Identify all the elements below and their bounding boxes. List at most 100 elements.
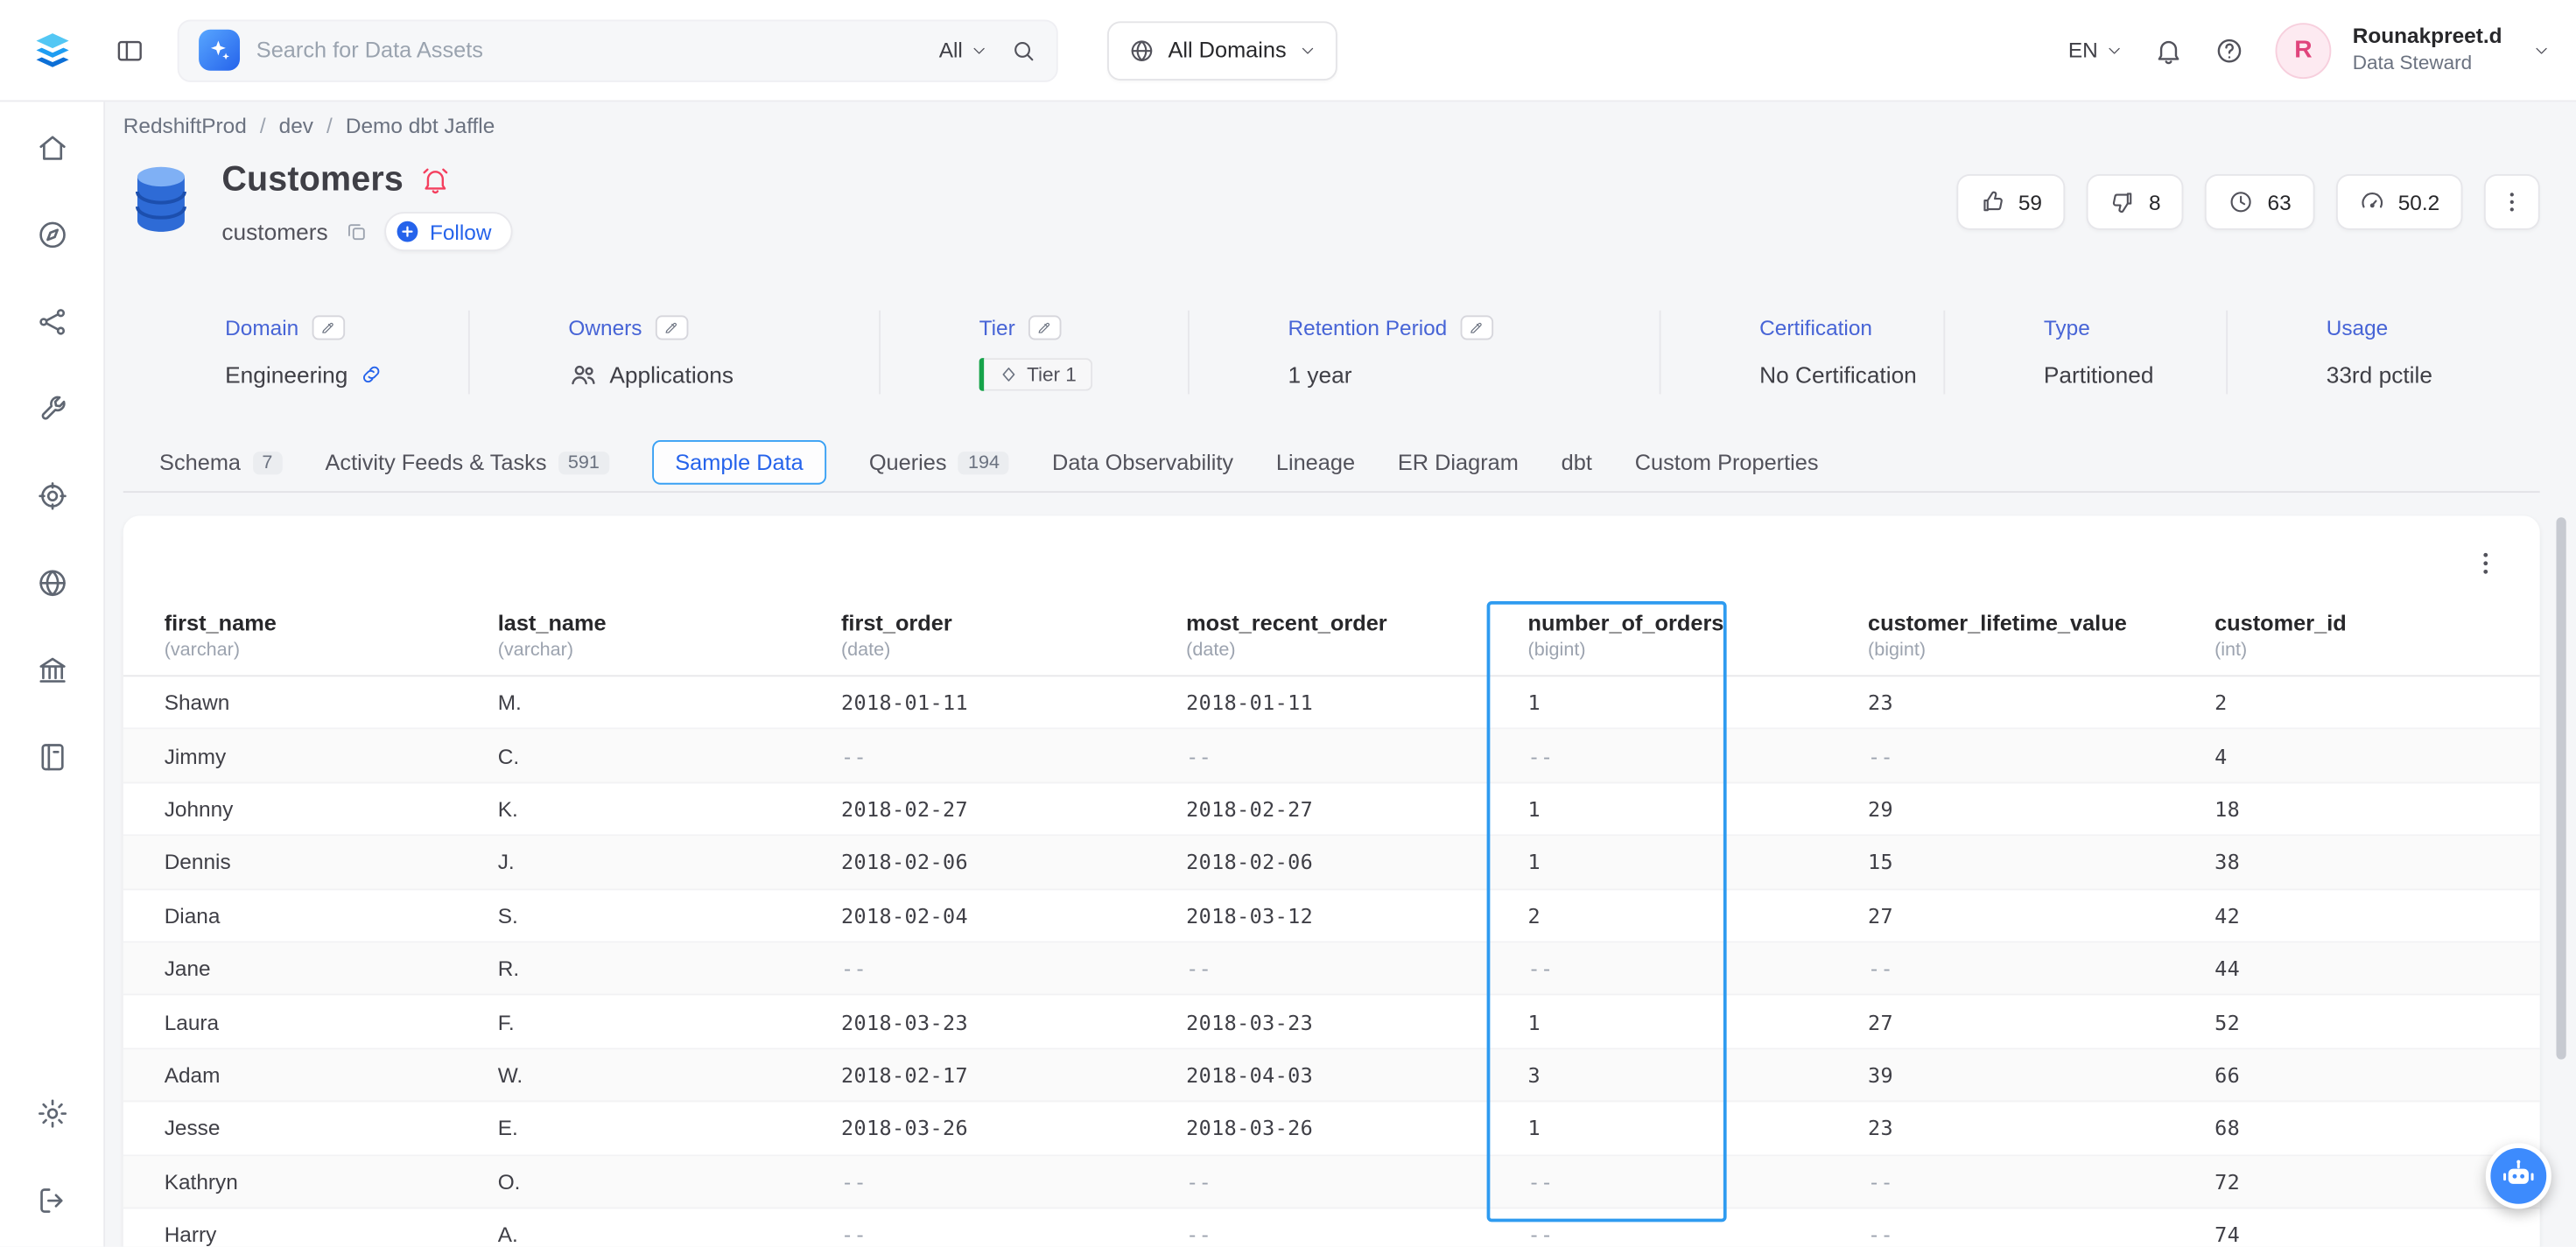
cell-customer_id: 4 — [2215, 743, 2523, 767]
column-header-customer_id[interactable]: customer_id(int) — [2215, 611, 2523, 660]
global-search-bar[interactable]: All — [178, 19, 1058, 81]
meta-tier-edit-icon[interactable] — [1028, 315, 1062, 340]
downvotes-button[interactable]: 8 — [2087, 174, 2184, 230]
tab-dbt[interactable]: dbt — [1562, 450, 1592, 474]
tab-lineage[interactable]: Lineage — [1276, 450, 1355, 474]
upvotes-button[interactable]: 59 — [1955, 174, 2065, 230]
cell-first_name: Kathryn — [165, 1169, 498, 1194]
cell-most_recent_order: 2018-03-26 — [1186, 1116, 1527, 1140]
ai-sparkle-icon[interactable] — [199, 30, 240, 71]
user-info[interactable]: Rounakpreet.d Data Steward — [2353, 24, 2502, 77]
cell-last_name: W. — [498, 1062, 841, 1087]
sidebar-home-icon[interactable] — [35, 131, 68, 165]
asset-options-kebab-icon[interactable] — [2484, 174, 2540, 230]
chevron-down-icon — [1300, 42, 1316, 59]
cell-last_name: F. — [498, 1009, 841, 1033]
app-logo-icon[interactable] — [0, 27, 105, 74]
tab-label: Custom Properties — [1635, 450, 1819, 474]
cell-most_recent_order: -- — [1186, 743, 1527, 767]
user-menu-chevron-icon[interactable] — [2533, 42, 2550, 59]
cell-most_recent_order: 2018-01-11 — [1186, 690, 1527, 715]
breadcrumb-item[interactable]: RedshiftProd — [123, 113, 247, 137]
scrollbar-thumb[interactable] — [2556, 517, 2565, 1059]
sidebar-institution-icon[interactable] — [35, 654, 68, 687]
column-header-most_recent_order[interactable]: most_recent_order(date) — [1186, 611, 1527, 660]
chat-assistant-button[interactable] — [2486, 1143, 2551, 1208]
cell-customer_lifetime_value: 39 — [1868, 1062, 2215, 1087]
navbar-right-cluster: EN R Rounakpreet.d Data Steward — [2068, 22, 2550, 78]
column-header-first_name[interactable]: first_name(varchar) — [165, 611, 498, 660]
sidebar-explore-icon[interactable] — [35, 219, 68, 252]
follow-button[interactable]: Follow — [383, 212, 512, 251]
tab-label: Lineage — [1276, 450, 1355, 474]
meta-domain: DomainEngineering — [123, 311, 468, 395]
column-header-number_of_orders[interactable]: number_of_orders(bigint) — [1528, 611, 1869, 660]
tab-custom-properties[interactable]: Custom Properties — [1635, 450, 1819, 474]
sidebar-governance-icon[interactable] — [35, 480, 68, 513]
cell-customer_lifetime_value: -- — [1868, 956, 2215, 981]
cell-number_of_orders: -- — [1528, 1222, 1869, 1247]
cell-number_of_orders: 1 — [1528, 690, 1869, 715]
cell-first_order: 2018-02-04 — [841, 903, 1186, 928]
sidebar-settings-icon[interactable] — [35, 1097, 68, 1131]
cell-customer_id: 72 — [2215, 1169, 2523, 1194]
breadcrumb: RedshiftProd/dev/Demo dbt Jaffle — [123, 112, 2540, 138]
table-row: HarryA.--------74 — [123, 1208, 2540, 1246]
sidebar-graph-icon[interactable] — [35, 305, 68, 339]
meta-owners: OwnersApplications — [468, 311, 879, 395]
tab-er-diagram[interactable]: ER Diagram — [1398, 450, 1519, 474]
cell-first_name: Harry — [165, 1222, 498, 1247]
table-options-kebab-icon[interactable] — [2471, 549, 2501, 578]
tab-label: Schema — [159, 450, 241, 474]
table-row: JaneR.--------44 — [123, 942, 2540, 996]
breadcrumb-item[interactable]: Demo dbt Jaffle — [346, 113, 495, 137]
sidebar-web-icon[interactable] — [35, 567, 68, 600]
sidebar-toggle-button[interactable] — [105, 25, 154, 74]
meta-certification-label: Certification — [1759, 315, 1872, 340]
copy-icon[interactable] — [344, 221, 367, 243]
domain-link-icon[interactable] — [360, 362, 383, 385]
cell-last_name: K. — [498, 796, 841, 821]
cell-number_of_orders: 3 — [1528, 1062, 1869, 1087]
cell-first_order: -- — [841, 956, 1186, 981]
cell-last_name: E. — [498, 1116, 841, 1140]
sidebar-logout-icon[interactable] — [35, 1184, 68, 1217]
tab-queries[interactable]: Queries194 — [869, 450, 1009, 474]
all-domains-button[interactable]: All Domains — [1107, 20, 1337, 80]
tab-sample-data[interactable]: Sample Data — [652, 440, 826, 485]
cell-first_order: 2018-03-23 — [841, 1009, 1186, 1033]
column-header-customer_lifetime_value[interactable]: customer_lifetime_value(bigint) — [1868, 611, 2215, 660]
tab-label: Activity Feeds & Tasks — [326, 450, 547, 474]
cell-customer_lifetime_value: -- — [1868, 1222, 2215, 1247]
sidebar-tools-icon[interactable] — [35, 393, 68, 426]
meta-domain-edit-icon[interactable] — [312, 315, 345, 340]
user-avatar[interactable]: R — [2275, 22, 2331, 78]
page-title: Customers — [221, 161, 404, 200]
cell-first_order: 2018-02-27 — [841, 796, 1186, 821]
breadcrumb-separator: / — [260, 113, 266, 137]
sidebar-docs-icon[interactable] — [35, 740, 68, 774]
search-input[interactable] — [256, 38, 923, 62]
cell-last_name: C. — [498, 743, 841, 767]
help-icon[interactable] — [2215, 35, 2244, 65]
meta-owners-edit-icon[interactable] — [656, 315, 689, 340]
column-header-last_name[interactable]: last_name(varchar) — [498, 611, 841, 660]
tab-data-observability[interactable]: Data Observability — [1052, 450, 1233, 474]
language-dropdown[interactable]: EN — [2068, 38, 2123, 62]
tab-activity-feeds-tasks[interactable]: Activity Feeds & Tasks591 — [326, 450, 610, 474]
tab-schema[interactable]: Schema7 — [159, 450, 283, 474]
cell-customer_id: 2 — [2215, 690, 2523, 715]
breadcrumb-item[interactable]: dev — [279, 113, 313, 137]
alert-bell-icon[interactable] — [420, 166, 450, 196]
cell-first_order: -- — [841, 1222, 1186, 1247]
meta-retention-period-value: 1 year — [1288, 361, 1351, 387]
meta-retention-period-edit-icon[interactable] — [1460, 315, 1493, 340]
column-header-first_order[interactable]: first_order(date) — [841, 611, 1186, 660]
chevron-down-icon — [2106, 42, 2123, 59]
recent-activity-button[interactable]: 63 — [2205, 174, 2314, 230]
popularity-button[interactable]: 50.2 — [2335, 174, 2462, 230]
search-scope-dropdown[interactable]: All — [939, 38, 987, 62]
search-icon[interactable] — [1010, 37, 1036, 63]
meta-domain-value: Engineering — [225, 361, 347, 387]
notifications-icon[interactable] — [2154, 35, 2184, 65]
